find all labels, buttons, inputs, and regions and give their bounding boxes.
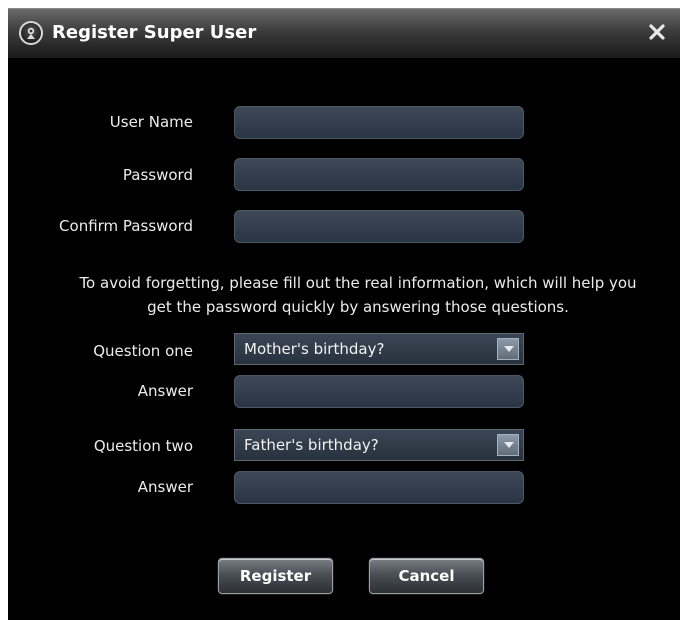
- confirm-password-input[interactable]: [234, 210, 524, 243]
- user-name-label: User Name: [109, 113, 193, 131]
- answer-one-input[interactable]: [234, 375, 524, 408]
- question-one-label: Question one: [93, 342, 193, 360]
- question-one-select[interactable]: Mother's birthday?: [234, 333, 524, 365]
- info-line-2: get the password quickly by answering th…: [147, 298, 569, 316]
- camera-logo-icon: [19, 21, 43, 45]
- question-two-select[interactable]: Father's birthday?: [234, 429, 524, 461]
- answer-two-input[interactable]: [234, 471, 524, 504]
- question-one-value: Mother's birthday?: [244, 340, 385, 358]
- register-button[interactable]: Register: [218, 558, 333, 594]
- dropdown-arrow-button[interactable]: [497, 338, 519, 360]
- title-bar[interactable]: Register Super User: [8, 8, 680, 58]
- register-super-user-dialog: Register Super User User Name Password C…: [8, 8, 680, 620]
- password-input[interactable]: [234, 158, 524, 191]
- password-label: Password: [122, 166, 193, 184]
- confirm-password-label: Confirm Password: [59, 217, 193, 235]
- close-button[interactable]: [646, 21, 668, 43]
- chevron-down-icon: [504, 346, 514, 352]
- info-text: To avoid forgetting, please fill out the…: [48, 271, 668, 319]
- chevron-down-icon: [504, 442, 514, 448]
- cancel-button[interactable]: Cancel: [369, 558, 484, 594]
- question-two-value: Father's birthday?: [244, 436, 379, 454]
- window-title: Register Super User: [52, 22, 257, 43]
- question-two-label: Question two: [93, 437, 193, 455]
- dropdown-arrow-button[interactable]: [497, 434, 519, 456]
- user-name-input[interactable]: [234, 106, 524, 139]
- close-icon: [649, 24, 665, 40]
- info-line-1: To avoid forgetting, please fill out the…: [79, 274, 637, 292]
- answer-one-label: Answer: [137, 382, 193, 400]
- answer-two-label: Answer: [137, 478, 193, 496]
